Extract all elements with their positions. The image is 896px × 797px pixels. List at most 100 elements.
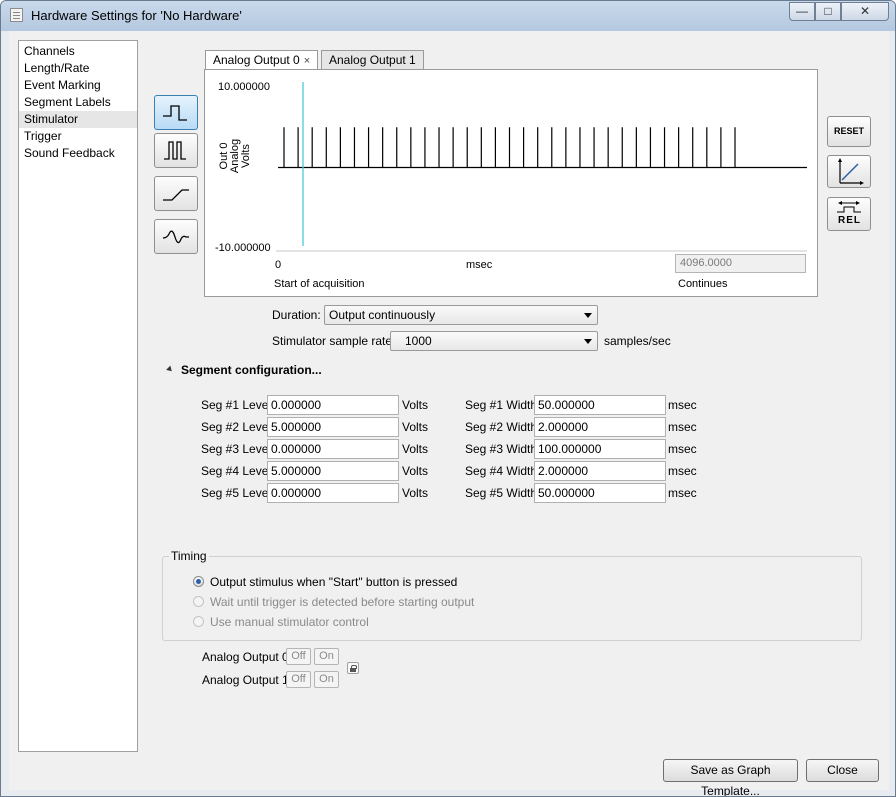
analog-output-1-label: Analog Output 1: xyxy=(202,673,293,687)
app-icon xyxy=(10,8,23,22)
close-button[interactable]: Close xyxy=(806,759,879,782)
x-start-label: 0 xyxy=(275,259,282,271)
tab-label: Analog Output 0 xyxy=(213,53,300,67)
close-icon: ✕ xyxy=(859,4,871,18)
tab-analog-output-0[interactable]: Analog Output 0 × xyxy=(205,50,319,71)
minimize-button[interactable]: — xyxy=(789,2,815,21)
nav-item-sound-feedback[interactable]: Sound Feedback xyxy=(19,145,137,162)
settings-nav-list: Channels Length/Rate Event Marking Segme… xyxy=(18,40,138,752)
seg-level-label: Seg #5 Level xyxy=(201,486,272,500)
seg-level-input[interactable]: 5.000000 xyxy=(267,461,399,481)
sample-rate-value: 1000 xyxy=(405,334,432,348)
start-of-acquisition-label: Start of acquisition xyxy=(274,278,365,290)
scale-axes-icon xyxy=(838,158,864,185)
seg-level-unit: Volts xyxy=(402,420,429,434)
y-min-label: -10.000000 xyxy=(215,242,271,254)
seg-level-label: Seg #4 Level xyxy=(201,464,272,478)
y-max-label: 10.000000 xyxy=(218,81,270,93)
close-window-button[interactable]: ✕ xyxy=(841,2,889,21)
analog-output-0-on-button[interactable]: On xyxy=(314,648,339,665)
nav-item-stimulator[interactable]: Stimulator xyxy=(19,111,137,128)
seg-width-unit: msec xyxy=(668,486,697,500)
seg-width-unit: msec xyxy=(668,464,697,478)
analog-output-0-label: Analog Output 0: xyxy=(202,650,293,664)
seg-width-label: Seg #5 Width xyxy=(465,486,538,500)
window-title: Hardware Settings for 'No Hardware' xyxy=(31,8,242,23)
reset-button[interactable]: RESET xyxy=(827,116,871,147)
timing-option-start-button[interactable]: Output stimulus when "Start" button is p… xyxy=(193,575,457,589)
hardware-settings-window: Hardware Settings for 'No Hardware' — □ … xyxy=(0,0,896,797)
analog-output-1-on-button[interactable]: On xyxy=(314,671,339,688)
seg-level-label: Seg #1 Level xyxy=(201,398,272,412)
stimulus-preview-plot: 10.000000 -10.000000 Out 0 Analog Volts … xyxy=(204,69,818,297)
radio-icon xyxy=(193,616,204,627)
seg-level-unit: Volts xyxy=(402,486,429,500)
segment-configuration-header[interactable]: Segment configuration... xyxy=(166,363,322,377)
sample-rate-select[interactable]: 1000 xyxy=(390,331,598,351)
lock-icon[interactable] xyxy=(347,662,359,674)
nav-item-segment-labels[interactable]: Segment Labels xyxy=(19,94,137,111)
nav-item-channels[interactable]: Channels xyxy=(19,43,137,60)
seg-level-input[interactable]: 0.000000 xyxy=(267,483,399,503)
rel-label: REL xyxy=(838,215,861,226)
timing-title: Timing xyxy=(169,549,209,563)
maximize-icon: □ xyxy=(824,4,832,18)
pulse-train-button[interactable] xyxy=(154,133,198,168)
nav-item-length-rate[interactable]: Length/Rate xyxy=(19,60,137,77)
seg-width-input[interactable]: 100.000000 xyxy=(534,439,666,459)
seg-width-unit: msec xyxy=(668,398,697,412)
seg-width-input[interactable]: 50.000000 xyxy=(534,483,666,503)
close-tab-icon[interactable]: × xyxy=(304,55,310,67)
dialog-content: Channels Length/Rate Event Marking Segme… xyxy=(9,31,889,796)
sine-wave-button[interactable] xyxy=(154,219,198,254)
seg-width-input[interactable]: 2.000000 xyxy=(534,417,666,437)
maximize-button[interactable]: □ xyxy=(815,2,841,21)
pulse-wave-button[interactable] xyxy=(154,95,198,130)
timing-option-wait-trigger: Wait until trigger is detected before st… xyxy=(193,595,474,609)
tab-label: Analog Output 1 xyxy=(329,53,416,67)
rel-button[interactable]: REL xyxy=(827,197,871,231)
minimize-icon: — xyxy=(796,4,808,18)
seg-width-input[interactable]: 2.000000 xyxy=(534,461,666,481)
radio-selected-icon xyxy=(193,576,204,587)
title-bar[interactable]: Hardware Settings for 'No Hardware' — □ … xyxy=(1,1,895,31)
sine-wave-icon xyxy=(162,230,189,244)
seg-width-input[interactable]: 50.000000 xyxy=(534,395,666,415)
collapse-arrow-icon xyxy=(166,365,174,374)
ramp-wave-icon xyxy=(163,189,189,201)
duration-value: Output continuously xyxy=(329,308,436,322)
radio-icon xyxy=(193,596,204,607)
nav-item-event-marking[interactable]: Event Marking xyxy=(19,77,137,94)
seg-level-unit: Volts xyxy=(402,442,429,456)
seg-width-label: Seg #4 Width xyxy=(465,464,538,478)
seg-level-unit: Volts xyxy=(402,398,429,412)
analog-output-0-off-button[interactable]: Off xyxy=(286,648,311,665)
chevron-down-icon xyxy=(584,339,592,344)
seg-width-unit: msec xyxy=(668,420,697,434)
scale-axes-button[interactable] xyxy=(827,155,871,188)
end-time-field[interactable]: 4096.0000 xyxy=(675,254,806,273)
tab-analog-output-1[interactable]: Analog Output 1 xyxy=(321,50,424,70)
analog-output-1-off-button[interactable]: Off xyxy=(286,671,311,688)
ramp-wave-button[interactable] xyxy=(154,176,198,211)
seg-level-unit: Volts xyxy=(402,464,429,478)
y-axis-label: Out 0 Analog Volts xyxy=(218,138,252,174)
seg-width-label: Seg #2 Width xyxy=(465,420,538,434)
save-as-graph-template-button[interactable]: Save as Graph Template... xyxy=(663,759,798,796)
sample-rate-label: Stimulator sample rate: xyxy=(272,334,396,348)
pulse-wave-icon xyxy=(163,105,187,121)
seg-width-unit: msec xyxy=(668,442,697,456)
seg-level-label: Seg #2 Level xyxy=(201,420,272,434)
seg-width-label: Seg #1 Width xyxy=(465,398,538,412)
duration-select[interactable]: Output continuously xyxy=(324,305,598,325)
seg-level-input[interactable]: 0.000000 xyxy=(267,439,399,459)
seg-level-input[interactable]: 0.000000 xyxy=(267,395,399,415)
sample-rate-unit: samples/sec xyxy=(604,334,671,348)
reset-label: RESET xyxy=(833,126,864,136)
nav-item-trigger[interactable]: Trigger xyxy=(19,128,137,145)
pulse-train-icon xyxy=(164,141,186,160)
seg-level-input[interactable]: 5.000000 xyxy=(267,417,399,437)
chevron-down-icon xyxy=(584,313,592,318)
timing-option-manual: Use manual stimulator control xyxy=(193,615,369,629)
x-unit-label: msec xyxy=(466,259,493,271)
